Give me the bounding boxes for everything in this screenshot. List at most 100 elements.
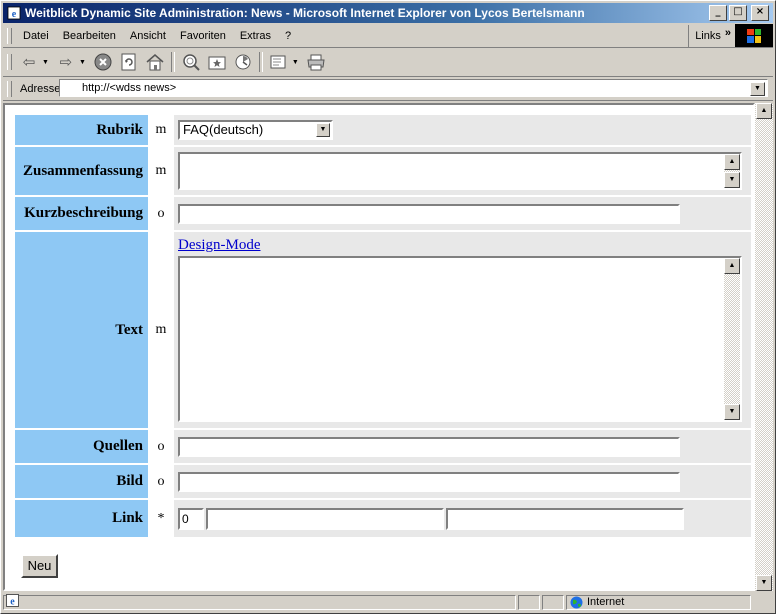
zusammenfassung-textarea[interactable]: ▲ ▼: [178, 152, 742, 190]
status-bar: e Internet: [3, 593, 773, 612]
menu-datei[interactable]: Datei: [16, 30, 56, 42]
kurzbeschreibung-input[interactable]: [178, 203, 680, 224]
status-pane: [518, 595, 540, 610]
field-cell: FAQ(deutsch) ▼: [174, 115, 751, 145]
minimize-button[interactable]: _: [709, 5, 727, 21]
scroll-up-icon[interactable]: ▲: [724, 154, 740, 170]
design-mode-link[interactable]: Design-Mode: [178, 237, 751, 254]
neu-button[interactable]: Neu: [21, 554, 58, 578]
form-row-zusammenfassung: Zusammenfassung m ▲ ▼: [15, 147, 751, 195]
address-value: http://<wdss news>: [82, 82, 177, 94]
rubrik-select[interactable]: FAQ(deutsch) ▼: [178, 120, 333, 140]
textarea-scrollbar[interactable]: ▲ ▼: [724, 154, 740, 188]
address-input[interactable]: http://<wdss news> ▼: [59, 79, 768, 97]
forward-dropdown-icon[interactable]: ▼: [79, 59, 86, 66]
field-label: Rubrik: [15, 115, 148, 145]
field-label: Quellen: [15, 430, 148, 463]
status-zone-label: Internet: [587, 596, 625, 608]
close-button[interactable]: ×: [751, 5, 769, 21]
field-label: Kurzbeschreibung: [15, 197, 148, 230]
svg-text:e: e: [10, 597, 15, 608]
stop-icon[interactable]: [92, 51, 114, 73]
link-index-value: 0: [182, 511, 189, 526]
status-pane: [542, 595, 564, 610]
optional-marker: o: [150, 430, 172, 463]
field-cell: [174, 430, 751, 463]
globe-icon: [570, 596, 583, 609]
address-dropdown-icon[interactable]: ▼: [750, 82, 765, 96]
toolbar-grip: [7, 54, 12, 70]
link-url-input[interactable]: [206, 507, 444, 530]
field-label: Link: [15, 500, 148, 537]
history-icon[interactable]: [232, 51, 254, 73]
menu-bearbeiten[interactable]: Bearbeiten: [56, 30, 123, 42]
optional-marker: o: [150, 197, 172, 230]
form-row-link: Link * 0: [15, 500, 751, 537]
required-marker: m: [150, 232, 172, 428]
home-icon[interactable]: [144, 51, 166, 73]
link-text-input[interactable]: [446, 507, 684, 530]
refresh-icon[interactable]: [118, 51, 140, 73]
scroll-down-icon[interactable]: ▼: [724, 404, 740, 420]
mail-icon[interactable]: [268, 51, 290, 73]
ie-logo-icon: e: [6, 5, 22, 21]
forward-icon[interactable]: ⇨: [55, 51, 77, 73]
page-status-icon: e: [6, 594, 19, 611]
favorites-icon[interactable]: [206, 51, 228, 73]
field-label: Zusammenfassung: [15, 147, 148, 195]
optional-marker: o: [150, 465, 172, 498]
link-index-input[interactable]: 0: [178, 507, 204, 530]
windows-logo-icon: [735, 24, 773, 47]
page-scrollbar[interactable]: ▲ ▼: [755, 103, 773, 591]
page-content: Rubrik m FAQ(deutsch) ▼ Zusammenfassung …: [3, 103, 755, 591]
svg-text:e: e: [12, 9, 17, 20]
scroll-down-icon[interactable]: ▼: [724, 172, 740, 188]
bild-input[interactable]: [178, 471, 680, 492]
title-bar[interactable]: e Weitblick Dynamic Site Administration:…: [3, 3, 773, 23]
field-cell: [174, 197, 751, 230]
required-marker: m: [150, 115, 172, 145]
menu-grip: [7, 28, 12, 44]
address-label: Adresse: [20, 83, 61, 95]
scroll-up-icon[interactable]: ▲: [756, 103, 772, 119]
text-textarea[interactable]: ▲ ▼: [178, 256, 742, 422]
maximize-button[interactable]: □: [729, 5, 747, 21]
form-row-rubrik: Rubrik m FAQ(deutsch) ▼: [15, 115, 751, 145]
scroll-up-icon[interactable]: ▲: [724, 258, 740, 274]
mail-dropdown-icon[interactable]: ▼: [292, 59, 299, 66]
status-zone-pane: Internet: [566, 595, 751, 610]
scroll-down-icon[interactable]: ▼: [756, 575, 772, 591]
search-icon[interactable]: [180, 51, 202, 73]
form-row-text: Text m Design-Mode ▲ ▼: [15, 232, 751, 428]
browser-window: e Weitblick Dynamic Site Administration:…: [0, 0, 776, 614]
menu-extras[interactable]: Extras: [233, 30, 278, 42]
textarea-scrollbar[interactable]: ▲ ▼: [724, 258, 740, 420]
back-dropdown-icon[interactable]: ▼: [42, 59, 49, 66]
links-bar[interactable]: Links »: [688, 25, 731, 47]
form-row-quellen: Quellen o: [15, 430, 751, 463]
rubrik-selected-value: FAQ(deutsch): [183, 122, 264, 137]
links-label: Links: [695, 30, 721, 42]
field-label: Bild: [15, 465, 148, 498]
menu-bar: Datei Bearbeiten Ansicht Favoriten Extra…: [3, 24, 773, 48]
required-marker: m: [150, 147, 172, 195]
quellen-input[interactable]: [178, 436, 680, 457]
field-cell: Design-Mode ▲ ▼: [174, 232, 751, 428]
links-chevron-icon[interactable]: »: [725, 27, 731, 39]
window-title: Weitblick Dynamic Site Administration: N…: [25, 6, 585, 20]
multi-marker: *: [150, 500, 172, 537]
field-cell: ▲ ▼: [174, 147, 751, 195]
address-bar: Adresse http://<wdss news> ▼: [3, 78, 773, 101]
form-row-kurzbeschreibung: Kurzbeschreibung o: [15, 197, 751, 230]
menu-help[interactable]: ?: [278, 30, 298, 42]
menu-ansicht[interactable]: Ansicht: [123, 30, 173, 42]
news-form: Rubrik m FAQ(deutsch) ▼ Zusammenfassung …: [13, 113, 753, 539]
standard-toolbar: ⇦ ▼ ⇨ ▼ ▼: [3, 48, 773, 77]
print-icon[interactable]: [305, 51, 327, 73]
chevron-down-icon[interactable]: ▼: [316, 123, 330, 137]
toolbar-separator: [170, 52, 175, 72]
back-icon[interactable]: ⇦: [18, 51, 40, 73]
field-cell: [174, 465, 751, 498]
field-label: Text: [15, 232, 148, 428]
menu-favoriten[interactable]: Favoriten: [173, 30, 233, 42]
